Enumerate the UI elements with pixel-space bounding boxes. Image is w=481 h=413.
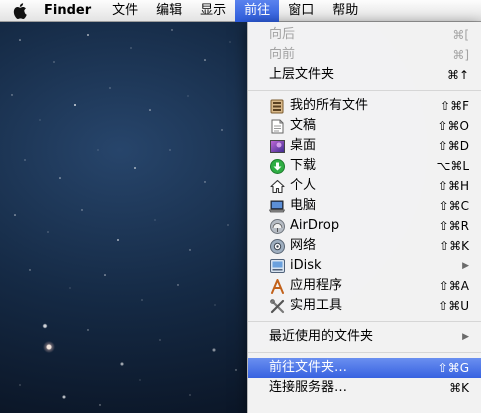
network-icon bbox=[269, 238, 285, 254]
shortcut: ⌘[ bbox=[452, 28, 469, 42]
apple-menu-icon[interactable] bbox=[0, 2, 40, 20]
menu-item-applications[interactable]: 应用程序 ⇧⌘A bbox=[248, 276, 481, 296]
idisk-icon bbox=[269, 258, 285, 274]
desktop-icon bbox=[269, 138, 285, 154]
submenu-arrow-icon: ▶ bbox=[462, 332, 469, 342]
menu-item-enclosing-folder[interactable]: 上层文件夹 ⌘↑ bbox=[248, 65, 481, 85]
menu-item-utilities[interactable]: 实用工具 ⇧⌘U bbox=[248, 296, 481, 316]
menu-item-label: 最近使用的文件夹 bbox=[269, 329, 374, 344]
shortcut: ⇧⌘C bbox=[438, 199, 469, 213]
menu-item-documents[interactable]: 文稿 ⇧⌘O bbox=[248, 116, 481, 136]
submenu-arrow-icon: ▶ bbox=[462, 261, 469, 271]
menu-item-label: 应用程序 bbox=[290, 278, 343, 293]
all-files-icon bbox=[269, 98, 285, 114]
menu-item-label: iDisk bbox=[290, 258, 322, 273]
go-menu-dropdown: 向后 ⌘[ 向前 ⌘] 上层文件夹 ⌘↑ 我的所有文件 ⇧⌘F 文稿 ⇧⌘O 桌… bbox=[247, 22, 481, 413]
applications-icon bbox=[269, 278, 285, 294]
menu-item-label: 网络 bbox=[290, 238, 317, 253]
menu-item-label: 上层文件夹 bbox=[269, 67, 335, 82]
menu-edit[interactable]: 编辑 bbox=[147, 0, 191, 22]
menu-item-back[interactable]: 向后 ⌘[ bbox=[248, 25, 481, 45]
home-icon bbox=[269, 178, 285, 194]
shortcut: ⇧⌘A bbox=[438, 279, 469, 293]
menu-bar: Finder 文件 编辑 显示 前往 窗口 帮助 bbox=[0, 0, 481, 22]
menu-item-connect-to-server[interactable]: 连接服务器… ⌘K bbox=[248, 378, 481, 398]
menu-item-all-my-files[interactable]: 我的所有文件 ⇧⌘F bbox=[248, 96, 481, 116]
menu-view[interactable]: 显示 bbox=[191, 0, 235, 22]
menu-item-label: 个人 bbox=[290, 178, 317, 193]
menu-item-label: 文稿 bbox=[290, 118, 317, 133]
menu-item-go-to-folder[interactable]: 前往文件夹… ⇧⌘G bbox=[248, 358, 481, 378]
menu-item-label: 电脑 bbox=[290, 198, 317, 213]
menu-item-label: 桌面 bbox=[290, 138, 317, 153]
menu-item-network[interactable]: 网络 ⇧⌘K bbox=[248, 236, 481, 256]
menu-item-recent-folders[interactable]: 最近使用的文件夹 ▶ bbox=[248, 327, 481, 347]
menu-item-desktop[interactable]: 桌面 ⇧⌘D bbox=[248, 136, 481, 156]
menu-item-label: AirDrop bbox=[290, 218, 340, 233]
menu-go[interactable]: 前往 bbox=[235, 0, 280, 22]
menu-window[interactable]: 窗口 bbox=[279, 0, 323, 22]
menu-item-forward[interactable]: 向前 ⌘] bbox=[248, 45, 481, 65]
menu-item-label: 连接服务器… bbox=[269, 380, 348, 395]
shortcut: ⇧⌘F bbox=[440, 99, 469, 113]
shortcut: ⇧⌘R bbox=[438, 219, 469, 233]
downloads-icon bbox=[269, 158, 285, 174]
shortcut: ⇧⌘K bbox=[439, 239, 469, 253]
shortcut: ⇧⌘O bbox=[437, 119, 470, 133]
menu-item-label: 向前 bbox=[269, 47, 296, 62]
documents-icon bbox=[269, 118, 285, 134]
menu-item-label: 我的所有文件 bbox=[290, 98, 369, 113]
menu-separator bbox=[248, 352, 481, 353]
menu-item-computer[interactable]: 电脑 ⇧⌘C bbox=[248, 196, 481, 216]
menu-help[interactable]: 帮助 bbox=[323, 0, 367, 22]
shortcut: ⇧⌘H bbox=[437, 179, 469, 193]
menu-separator bbox=[248, 321, 481, 322]
menu-separator bbox=[248, 90, 481, 91]
menu-item-idisk[interactable]: iDisk ▶ bbox=[248, 256, 481, 276]
shortcut: ⌘↑ bbox=[446, 68, 469, 82]
menu-app-finder[interactable]: Finder bbox=[40, 0, 103, 22]
menu-item-airdrop[interactable]: AirDrop ⇧⌘R bbox=[248, 216, 481, 236]
computer-icon bbox=[269, 198, 285, 214]
menu-item-label: 向后 bbox=[269, 27, 296, 42]
menu-item-downloads[interactable]: 下载 ⌥⌘L bbox=[248, 156, 481, 176]
shortcut: ⌥⌘L bbox=[436, 159, 469, 173]
shortcut: ⇧⌘G bbox=[437, 361, 469, 375]
shortcut: ⇧⌘U bbox=[438, 299, 469, 313]
shortcut: ⌘K bbox=[449, 381, 469, 395]
menu-item-label: 前往文件夹… bbox=[269, 360, 348, 375]
shortcut: ⇧⌘D bbox=[437, 139, 469, 153]
menu-item-home[interactable]: 个人 ⇧⌘H bbox=[248, 176, 481, 196]
utilities-icon bbox=[269, 298, 285, 314]
menu-item-label: 下载 bbox=[290, 158, 317, 173]
airdrop-icon bbox=[269, 218, 285, 234]
menu-file[interactable]: 文件 bbox=[103, 0, 147, 22]
menu-item-label: 实用工具 bbox=[290, 298, 343, 313]
shortcut: ⌘] bbox=[452, 48, 469, 62]
